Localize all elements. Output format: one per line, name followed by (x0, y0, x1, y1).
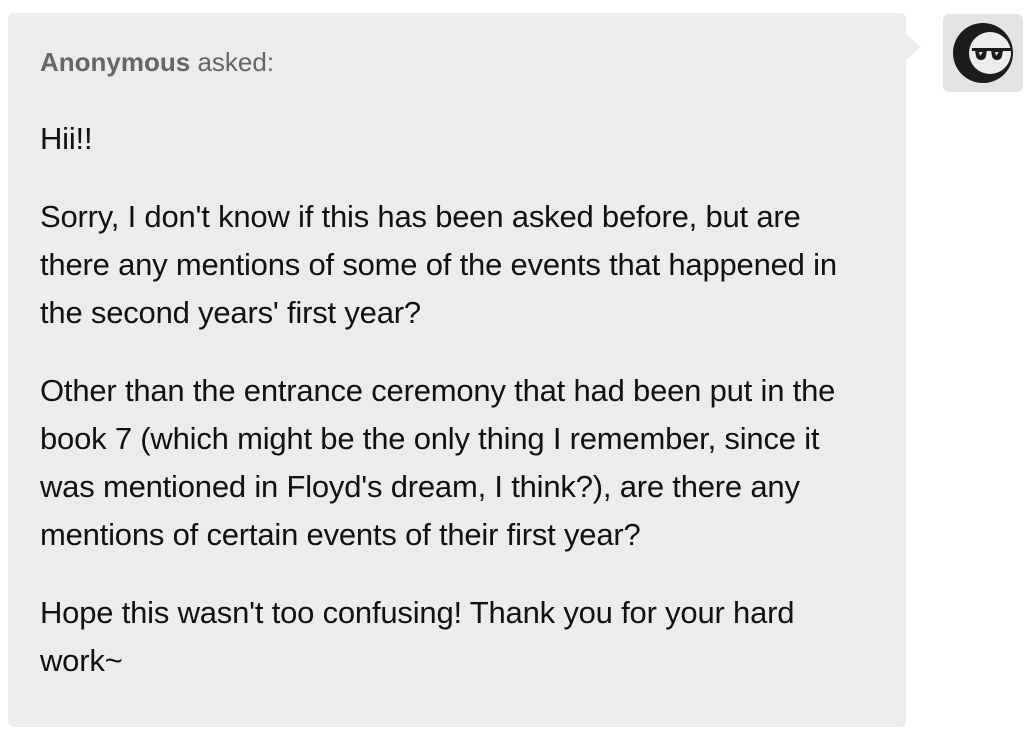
message-paragraph: Hope this wasn't too confusing! Thank yo… (40, 595, 795, 678)
avatar[interactable] (943, 14, 1023, 92)
asker-verb: asked: (197, 47, 275, 77)
bubble-tail (906, 34, 921, 60)
message-paragraph: Hii!! (40, 121, 93, 156)
asker-line: Anonymous asked: (40, 47, 874, 77)
ask-bubble: Anonymous asked: Hii!! Sorry, I don't kn… (8, 13, 906, 727)
anonymous-sunglasses-moon-icon (953, 23, 1013, 83)
ask-message: Hii!! Sorry, I don't know if this has be… (40, 115, 874, 685)
message-paragraph: Other than the entrance ceremony that ha… (40, 373, 836, 552)
message-paragraph: Sorry, I don't know if this has been ask… (40, 199, 837, 330)
asker-name[interactable]: Anonymous (40, 47, 190, 77)
